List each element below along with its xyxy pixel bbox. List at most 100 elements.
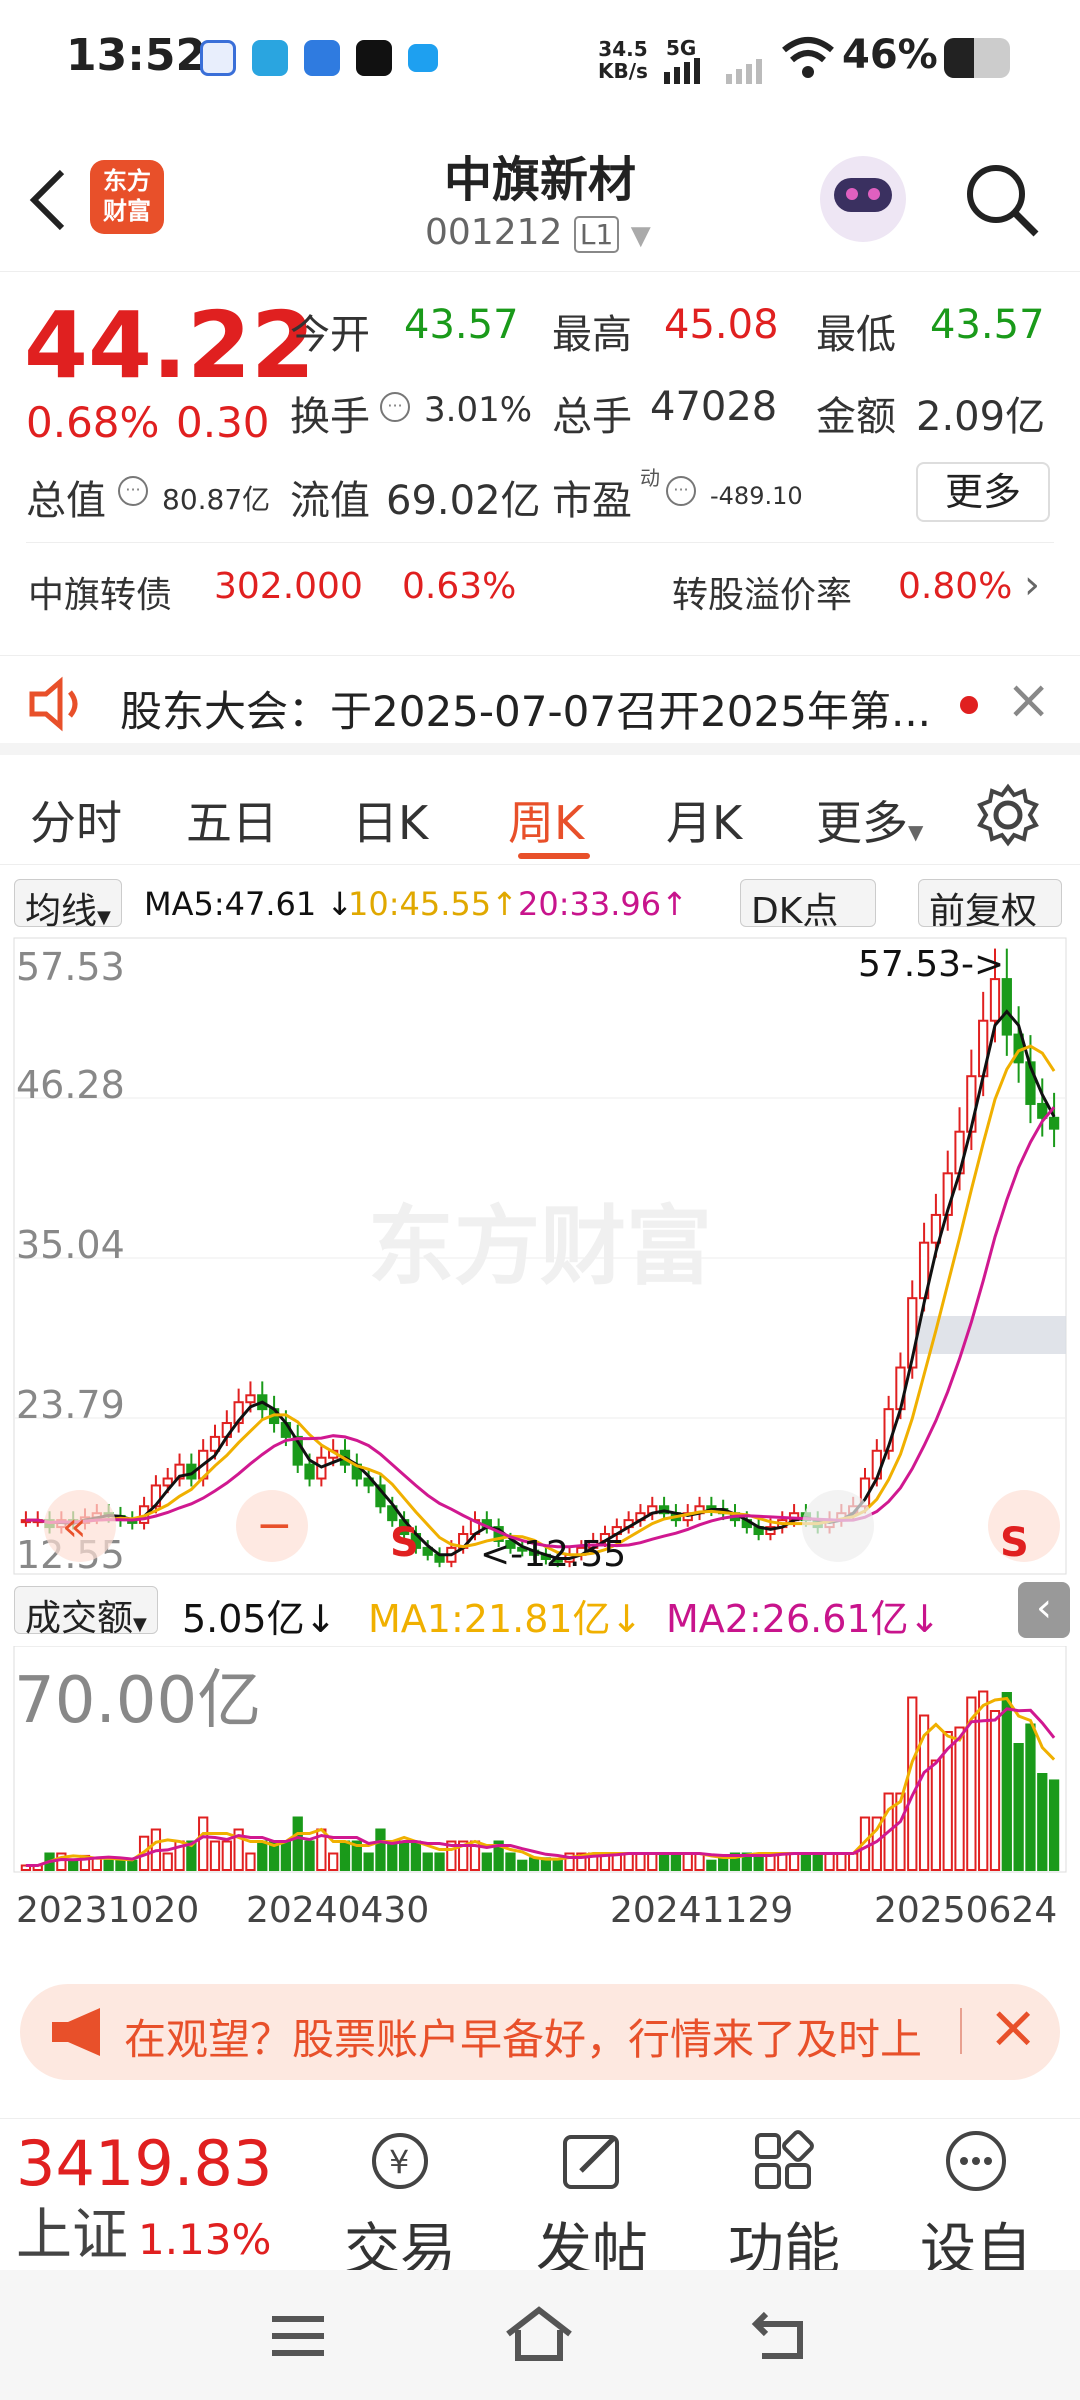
info-icon[interactable]: ··· [666,476,696,506]
edit-icon [563,2135,619,2189]
index-name: 上证 [16,2203,128,2268]
y-tick-max: 57.53 [16,945,125,989]
robot-assistant-avatar[interactable] [820,156,906,242]
nav-custom[interactable]: 设自 [886,2129,1066,2286]
volume-bar [387,1840,398,1871]
tab-daily-k[interactable]: 日K [352,787,428,853]
ma-selector[interactable]: 均线▼ [14,879,122,932]
low-label: 最低 [816,312,896,358]
grid-icon [755,2130,814,2189]
stock-code-selector[interactable]: 001212 L1 ▼ [425,212,651,253]
info-icon[interactable]: ··· [118,476,148,506]
message-icon [408,44,438,72]
volume-bar [635,1852,646,1871]
scroll-right-icon[interactable] [802,1490,874,1562]
candle [245,1394,256,1404]
open-value: 43.57 [404,302,519,348]
sell-marker: S [1000,1520,1029,1566]
network-type: 5G [666,36,697,60]
volume-bar [481,1852,492,1871]
volume-bar [292,1816,303,1871]
volume-chart[interactable]: 70.00亿 20231020 20240430 20241129 202506… [0,1646,1080,1926]
volume-ma1: MA1:21.81亿↓ [368,1597,643,1641]
volume-bar [978,1690,989,1871]
low-annotation: <-12.55 [480,1534,626,1575]
tab-monthly-k[interactable]: 月K [666,787,742,853]
turnover-value: 3.01% [424,390,533,430]
volume-bar [1013,1743,1024,1871]
date-label: 20250624 [874,1890,1057,1926]
chevron-right-icon[interactable]: › [1024,562,1040,608]
info-icon[interactable]: ··· [380,392,410,422]
volume-ymax: 70.00亿 [14,1664,261,1738]
more-icon [946,2131,1006,2191]
float-value: 69.02亿 [386,478,541,524]
volume-bar [91,1857,102,1872]
svg-text:−: − [256,1500,293,1551]
watermark: 东方财富 [368,1197,712,1297]
gear-icon[interactable] [976,783,1040,847]
high-value: 45.08 [664,302,779,348]
volume-bar [812,1852,823,1871]
volume-bar [162,1852,173,1871]
chart-tabs: 分时 五日 日K 周K 月K 更多▼ [0,765,1080,865]
candle [304,1463,315,1480]
index-ticker[interactable]: 3419.83 上证 1.13% [16,2127,272,2271]
premium-label[interactable]: 转股溢价率 [672,566,852,618]
pe-value: -489.10 [710,482,803,510]
volume-bar [623,1852,634,1871]
home-icon[interactable] [504,2304,574,2364]
more-button[interactable]: 更多 [916,462,1050,522]
volume-bar [552,1859,563,1871]
battery-percent: 46% [842,32,938,78]
svg-text:¥: ¥ [389,2143,409,2181]
ma5-readout: MA5:47.61 ↓ [144,885,354,923]
tab-weekly-k[interactable]: 周K [508,787,584,853]
ma20-readout: 20:33.96↑ [518,885,688,923]
nav-functions[interactable]: 功能 [694,2129,874,2286]
volume-toolbar: 成交额▼ 5.05亿↓ MA1:21.81亿↓ MA2:26.61亿↓ ‹ [14,1582,1070,1642]
candle [989,978,1001,1022]
volume-bar [221,1840,232,1871]
announcement-text: 股东大会：于2025-07-07召开2025年第... [120,687,932,736]
bottom-nav: 3419.83 上证 1.13% ¥ 交易 发帖 功能 设自 [0,2118,1080,2283]
dk-point-button[interactable]: DK点 [740,879,876,932]
candle [1001,978,1012,1036]
volume-bar [422,1852,433,1871]
back-nav-icon[interactable] [750,2308,810,2362]
volume-bar [1048,1779,1060,1871]
y-tick-4: 23.79 [16,1383,125,1427]
bond-label[interactable]: 中旗转债 [28,566,172,618]
nav-trade[interactable]: ¥ 交易 [310,2129,490,2286]
indicator-selector[interactable]: 成交额▼ [14,1586,158,1639]
adjust-selector[interactable]: 前复权 [918,879,1062,932]
close-icon[interactable]: × [1006,668,1051,731]
y-tick-3: 35.04 [16,1223,125,1267]
speaker-icon [29,676,78,732]
menu-icon[interactable] [270,2314,326,2358]
telegram-icon [252,40,288,76]
ma10-readout: 10:45.55↑ [348,885,518,923]
volume-bar [68,1859,79,1871]
volume-bar [718,1857,729,1872]
tab-timeshare[interactable]: 分时 [30,787,122,853]
announcement-bar[interactable]: 股东大会：于2025-07-07召开2025年第... × [0,655,1080,755]
nav-post[interactable]: 发帖 [502,2129,682,2286]
kline-chart[interactable]: 东方财富 57.53 46.28 35.04 23.79 12.55 57.53… [0,936,1080,1576]
tab-five-day[interactable]: 五日 [186,787,278,853]
close-icon[interactable]: × [988,1992,1038,2062]
change-amount: 0.30 [176,398,270,447]
volume-bar [1025,1723,1036,1871]
volume-bar [800,1852,812,1871]
collapse-panel-icon[interactable]: ‹ [1018,1582,1070,1638]
search-icon[interactable] [962,160,1042,240]
tab-more[interactable]: 更多▼ [816,787,923,853]
unread-dot [960,696,978,714]
trade-icon: ¥ [372,2133,428,2189]
volume-bar [694,1852,705,1871]
float-label: 流值 [290,478,370,524]
ad-banner[interactable]: 在观望？股票账户早备好，行情来了及时上 × [20,1984,1060,2080]
date-label: 20241129 [610,1890,793,1926]
bond-price: 302.000 [214,566,363,607]
clock: 13:52 [66,30,207,81]
